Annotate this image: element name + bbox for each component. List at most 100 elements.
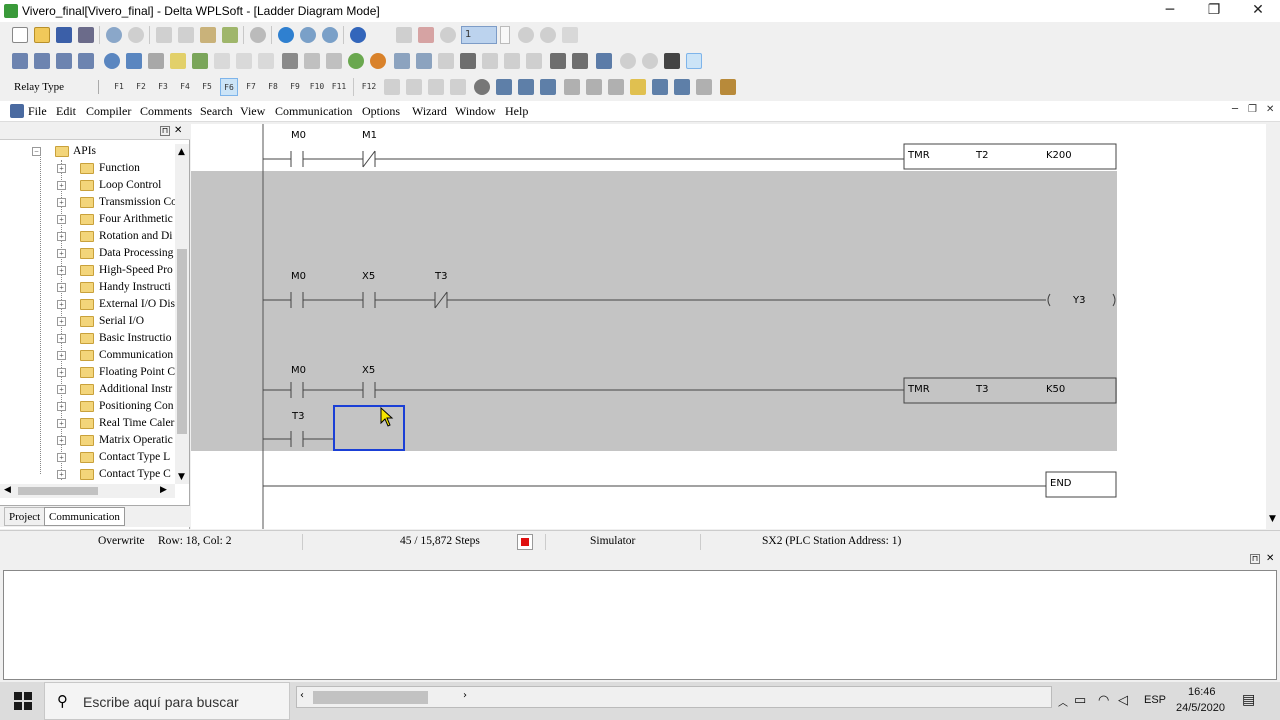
tray-chevron-icon[interactable]: ︿	[1058, 694, 1068, 709]
close-button[interactable]: ✕	[1236, 0, 1280, 22]
fkey-f12[interactable]: F12	[360, 78, 378, 96]
tree-item[interactable]: + Matrix Operatic	[0, 433, 175, 450]
toolbar-icon-10[interactable]	[214, 53, 230, 69]
clock-time[interactable]: 16:46	[1188, 686, 1216, 698]
toolbar-icon-1[interactable]	[12, 53, 28, 69]
relay-icon-16[interactable]	[720, 79, 736, 95]
notifications-icon[interactable]: ▤	[1242, 691, 1255, 708]
tree-item[interactable]: + Data Processing	[0, 246, 175, 263]
tree-item[interactable]: + Positioning Con	[0, 399, 175, 416]
menu-comments[interactable]: Comments	[140, 104, 192, 119]
zoom-in-icon[interactable]	[300, 27, 316, 43]
toolbar-icon-13[interactable]	[282, 53, 298, 69]
tab-project[interactable]: Project	[4, 507, 46, 526]
network-icon[interactable]: ▭	[1074, 692, 1086, 708]
help-icon[interactable]	[350, 27, 366, 43]
menu-edit[interactable]: Edit	[56, 104, 76, 119]
fkey-f6[interactable]: F6	[220, 78, 238, 96]
save-icon[interactable]	[56, 27, 72, 43]
toolbar-icon-19[interactable]	[416, 53, 432, 69]
menu-communication[interactable]: Communication	[275, 104, 352, 119]
tree-vertical-scrollbar[interactable]: ▲ ▼	[175, 144, 189, 484]
tree-item[interactable]: + Real Time Caler	[0, 416, 175, 433]
toolbar-icon-27[interactable]	[596, 53, 612, 69]
volume-icon[interactable]: ◁	[1118, 692, 1128, 708]
wifi-icon[interactable]: ◠	[1098, 692, 1109, 708]
relay-icon-14[interactable]	[674, 79, 690, 95]
toolbar-icon-17[interactable]	[370, 53, 386, 69]
tree-item[interactable]: + Floating Point C	[0, 365, 175, 382]
ladder-vertical-scrollbar[interactable]: ▼	[1266, 124, 1280, 529]
menu-view[interactable]: View	[240, 104, 265, 119]
relay-icon-10[interactable]	[586, 79, 602, 95]
relay-icon-6[interactable]	[496, 79, 512, 95]
tree-item[interactable]: + Contact Type C	[0, 467, 175, 484]
toolbar-icon-14[interactable]	[304, 53, 320, 69]
fkey-f5[interactable]: F5	[198, 78, 216, 96]
relay-icon-3[interactable]	[428, 79, 444, 95]
toolbar-icon-23[interactable]	[504, 53, 520, 69]
scroll-right-icon[interactable]: ▶	[160, 485, 167, 495]
zoom-icon[interactable]	[278, 27, 294, 43]
save-as-icon[interactable]	[78, 27, 94, 43]
tree-item[interactable]: + Communication	[0, 348, 175, 365]
relay-icon-11[interactable]	[608, 79, 624, 95]
scroll-left-icon[interactable]: ◀	[4, 485, 11, 495]
tab-communication[interactable]: Communication	[44, 507, 125, 526]
online-icon[interactable]	[440, 27, 456, 43]
toolbar-icon-20[interactable]	[438, 53, 454, 69]
plc-icon[interactable]	[396, 27, 412, 43]
rung-end[interactable]	[263, 471, 1117, 498]
toolbar-icon-11[interactable]	[236, 53, 252, 69]
language-indicator[interactable]: ESP	[1144, 694, 1166, 706]
relay-icon-7[interactable]	[518, 79, 534, 95]
taskbar-search[interactable]: ⚲ Escribe aquí para buscar	[44, 682, 290, 720]
restore-button[interactable]: ❐	[1192, 0, 1236, 22]
relay-icon-12[interactable]	[630, 79, 646, 95]
paste-special-icon[interactable]	[222, 27, 238, 43]
toolbar-icon-29[interactable]	[642, 53, 658, 69]
toolbar-icon-16[interactable]	[348, 53, 364, 69]
toolbar-icon-2[interactable]	[34, 53, 50, 69]
relay-type-select[interactable]: Relay Type	[8, 77, 104, 97]
taskbar-scrollbar[interactable]: ‹ ›	[296, 686, 1052, 708]
toolbar-icon-4[interactable]	[78, 53, 94, 69]
menu-window[interactable]: Window	[455, 104, 496, 119]
tree-item[interactable]: + Basic Instructio	[0, 331, 175, 348]
tree-horizontal-scrollbar[interactable]: ◀ ▶	[0, 484, 175, 498]
toolbar-icon-22[interactable]	[482, 53, 498, 69]
windows-start-icon[interactable]	[14, 692, 32, 710]
fkey-f1[interactable]: F1	[110, 78, 128, 96]
tree-item[interactable]: + Contact Type L	[0, 450, 175, 467]
menu-wizard[interactable]: Wizard	[412, 104, 447, 119]
fkey-f7[interactable]: F7	[242, 78, 260, 96]
tree-item[interactable]: + Four Arithmetic	[0, 212, 175, 229]
toolbar-icon-28[interactable]	[620, 53, 636, 69]
station-input[interactable]: 1	[461, 26, 497, 44]
fkey-f2[interactable]: F2	[132, 78, 150, 96]
refresh-icon[interactable]	[250, 27, 266, 43]
ladder-diagram[interactable]: M0 M1 TMR T2 K200 M0 X5 T3 Y3 M0 X5 T3 T…	[191, 124, 1266, 529]
toolbar-icon-9[interactable]	[192, 53, 208, 69]
toolbar-icon-8[interactable]	[170, 53, 186, 69]
run-icon[interactable]	[518, 27, 534, 43]
zoom-out-icon[interactable]	[322, 27, 338, 43]
menu-compiler[interactable]: Compiler	[86, 104, 131, 119]
scroll-up-icon[interactable]: ▲	[178, 147, 185, 157]
relay-icon-5[interactable]	[474, 79, 490, 95]
tree-item[interactable]: + Additional Instr	[0, 382, 175, 399]
fkey-f4[interactable]: F4	[176, 78, 194, 96]
relay-icon-15[interactable]	[696, 79, 712, 95]
toolbar-icon-21[interactable]	[460, 53, 476, 69]
relay-icon-13[interactable]	[652, 79, 668, 95]
toolbar-icon-18[interactable]	[394, 53, 410, 69]
pane-close-icon[interactable]: ✕	[174, 125, 182, 136]
menu-file[interactable]: File	[28, 104, 47, 119]
fkey-f11[interactable]: F11	[330, 78, 348, 96]
station-spinner[interactable]	[500, 26, 510, 44]
redo-icon[interactable]	[128, 27, 144, 43]
tree-item[interactable]: + Loop Control	[0, 178, 175, 195]
fkey-f9[interactable]: F9	[286, 78, 304, 96]
output-close-icon[interactable]: ✕	[1266, 553, 1274, 564]
relay-icon-2[interactable]	[406, 79, 422, 95]
